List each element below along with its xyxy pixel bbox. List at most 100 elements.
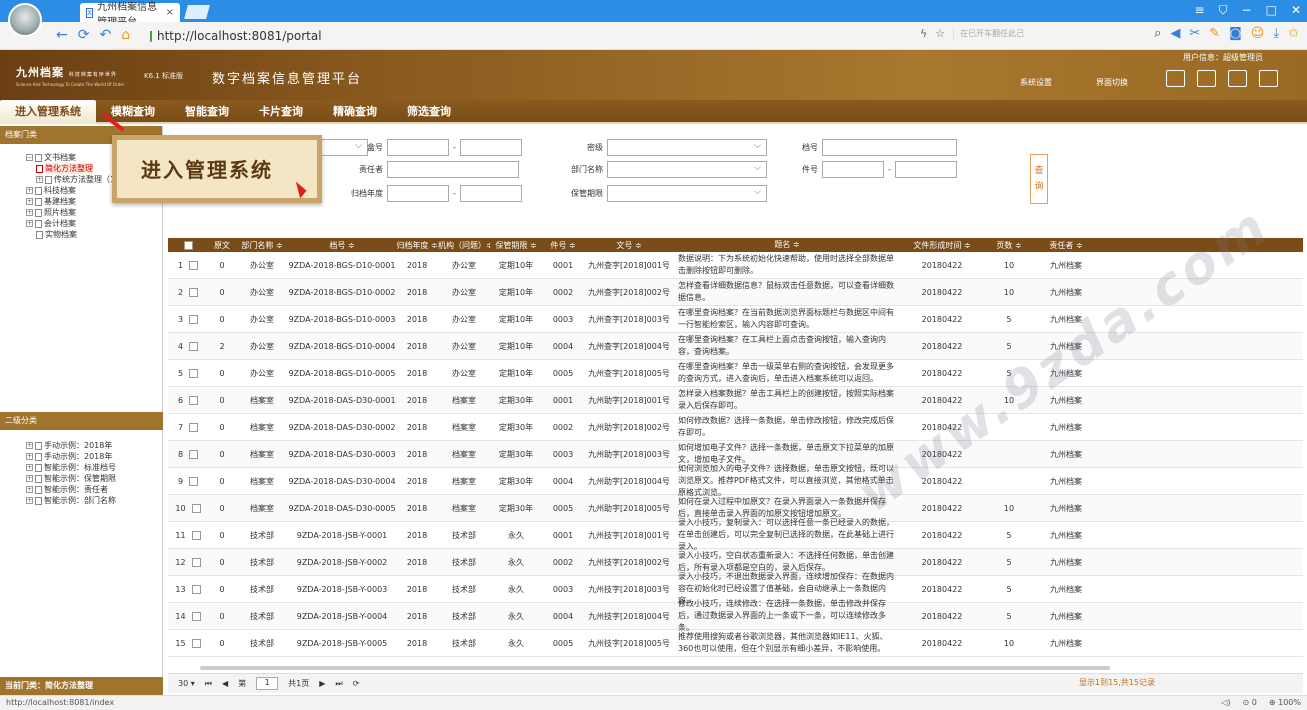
table-row[interactable]: 2 0 办公室 9ZDA-2018-BGS-D10-0002 2018 办公室 定期10年 0…: [168, 279, 1303, 306]
home-icon[interactable]: ⌂: [121, 27, 130, 43]
year-to[interactable]: [459, 185, 522, 202]
table-row[interactable]: 7 0 档案室 9ZDA-2018-DAS-D30-0002 2018 档案室 定期30年 0…: [168, 414, 1303, 441]
tree-item[interactable]: + 会计档案: [26, 218, 162, 229]
dept-select[interactable]: [607, 161, 767, 178]
column-header[interactable]: 原文: [208, 240, 236, 251]
secret-select[interactable]: [607, 139, 767, 156]
reload-icon[interactable]: ⟳: [353, 679, 360, 688]
page-size-select[interactable]: 30 ▾: [178, 679, 195, 688]
tree-item[interactable]: + 智能示例：标准档号: [26, 462, 163, 473]
table-row[interactable]: 1 0 办公室 9ZDA-2018-BGS-D10-0001 2018 办公室 定期10年 0…: [168, 252, 1303, 279]
maximize-icon[interactable]: □: [1266, 3, 1277, 18]
responsible-input[interactable]: [387, 161, 519, 178]
box-no-from[interactable]: [387, 139, 449, 156]
minimize-icon[interactable]: −: [1242, 3, 1252, 18]
row-checkbox[interactable]: [191, 530, 201, 540]
column-header[interactable]: 责任者 ≑: [1030, 240, 1102, 251]
tab-close-icon[interactable]: ×: [166, 7, 174, 18]
row-number-cell[interactable]: 1: [168, 260, 208, 270]
tree-item[interactable]: 实物档案: [26, 229, 162, 240]
page-input[interactable]: 1: [256, 677, 279, 690]
tree-item[interactable]: + 智能示例：保管期限: [26, 473, 163, 484]
row-number-cell[interactable]: 7: [168, 422, 208, 432]
tree-item[interactable]: + 智能示例：部门名称: [26, 495, 163, 506]
nav-filter-query[interactable]: 筛选查询: [392, 100, 466, 124]
row-checkbox[interactable]: [189, 395, 199, 405]
screenshot-icon[interactable]: ◙: [1229, 26, 1242, 41]
portal-icon[interactable]: [1197, 70, 1216, 87]
column-header[interactable]: 文件形成时间 ≑: [896, 240, 988, 251]
smile-icon[interactable]: ☺: [1251, 26, 1265, 41]
table-row[interactable]: 4 2 办公室 9ZDA-2018-BGS-D10-0004 2018 办公室 定期10年 0…: [168, 333, 1303, 360]
year-from[interactable]: [387, 185, 449, 202]
row-checkbox[interactable]: [191, 503, 201, 513]
row-checkbox[interactable]: [189, 314, 199, 324]
column-header[interactable]: 部门名称 ≑: [236, 240, 288, 251]
paint-icon[interactable]: ✎: [1209, 26, 1220, 41]
nav-card-query[interactable]: 卡片查询: [244, 100, 318, 124]
item-no-to[interactable]: [894, 161, 957, 178]
favorite-icon[interactable]: ✩: [1288, 26, 1299, 41]
table-row[interactable]: 14 0 技术部 9ZDA-2018-JSB-Y-0004 2018 技术部 永久 0004 九…: [168, 599, 1303, 632]
row-number-cell[interactable]: 15: [168, 638, 208, 648]
row-checkbox[interactable]: [189, 422, 199, 432]
row-checkbox[interactable]: [189, 287, 199, 297]
column-header[interactable]: 题名 ≑: [674, 239, 896, 251]
row-number-cell[interactable]: 2: [168, 287, 208, 297]
table-row[interactable]: 6 0 档案室 9ZDA-2018-DAS-D30-0001 2018 档案室 定期30年 0…: [168, 387, 1303, 414]
switch-ui-link[interactable]: 界面切换: [1096, 77, 1128, 88]
tree-item[interactable]: + 照片档案: [26, 207, 162, 218]
browser-tab[interactable]: X 九州档案信息管理平台 ×: [80, 2, 180, 28]
column-header[interactable]: 保管期限 ≑: [490, 240, 542, 251]
extension-icon[interactable]: ◀: [1170, 26, 1180, 41]
lightning-icon[interactable]: ϟ: [920, 27, 927, 40]
sound-icon[interactable]: ◁): [1221, 696, 1230, 710]
row-checkbox[interactable]: [191, 638, 201, 648]
row-checkbox[interactable]: [189, 260, 199, 270]
scissors-icon[interactable]: ✂: [1189, 26, 1200, 41]
table-row[interactable]: 3 0 办公室 9ZDA-2018-BGS-D10-0003 2018 办公室 定期10年 0…: [168, 306, 1303, 333]
row-number-cell[interactable]: 4: [168, 341, 208, 351]
zoom-level[interactable]: ⊕ 100%: [1269, 696, 1301, 710]
undo-icon[interactable]: ↶: [99, 27, 111, 43]
row-checkbox[interactable]: [189, 476, 199, 486]
star-icon[interactable]: ☆: [935, 27, 945, 40]
prev-page-icon[interactable]: ◀: [222, 679, 228, 688]
first-page-icon[interactable]: ⏮: [205, 679, 212, 689]
row-number-cell[interactable]: 5: [168, 368, 208, 378]
count-icon[interactable]: ⊙ 0: [1243, 696, 1257, 710]
nav-smart-query[interactable]: 智能查询: [170, 100, 244, 124]
table-row[interactable]: 5 0 办公室 9ZDA-2018-BGS-D10-0005 2018 办公室 定期10年 0…: [168, 360, 1303, 387]
select-all-checkbox[interactable]: [183, 240, 193, 250]
url-field[interactable]: http://localhost:8081/portal: [150, 26, 322, 46]
row-number-cell[interactable]: 11: [168, 530, 208, 540]
row-number-cell[interactable]: 13: [168, 584, 208, 594]
table-row[interactable]: 9 0 档案室 9ZDA-2018-DAS-D30-0004 2018 档案室 定期30年 0…: [168, 464, 1303, 497]
exit-icon[interactable]: [1259, 70, 1278, 87]
tree-item[interactable]: + 智能示例：责任者: [26, 484, 163, 495]
avatar[interactable]: [8, 3, 42, 37]
last-page-icon[interactable]: ⏭: [335, 679, 342, 689]
next-page-icon[interactable]: ▶: [319, 679, 325, 688]
row-checkbox[interactable]: [191, 584, 201, 594]
row-number-cell[interactable]: 8: [168, 449, 208, 459]
query-button[interactable]: 查询: [1030, 154, 1048, 204]
column-header[interactable]: 文号 ≑: [584, 240, 674, 251]
header-select-all[interactable]: [168, 240, 208, 250]
search-icon[interactable]: ⌕: [1154, 26, 1161, 41]
row-number-cell[interactable]: 10: [168, 503, 208, 513]
horizontal-scrollbar[interactable]: [200, 666, 1110, 670]
column-header[interactable]: 件号 ≑: [542, 240, 584, 251]
column-header[interactable]: 机构（问题）≑: [438, 240, 490, 251]
row-number-cell[interactable]: 3: [168, 314, 208, 324]
home-icon[interactable]: [1166, 70, 1185, 87]
table-row[interactable]: 11 0 技术部 9ZDA-2018-JSB-Y-0001 2018 技术部 永久 0001 九…: [168, 518, 1303, 551]
back-icon[interactable]: ←: [56, 27, 68, 43]
row-checkbox[interactable]: [191, 557, 201, 567]
tree-item[interactable]: + 手动示例：2018年: [26, 451, 163, 462]
table-row[interactable]: 15 0 技术部 9ZDA-2018-JSB-Y-0005 2018 技术部 永久 0005 九…: [168, 630, 1303, 657]
row-checkbox[interactable]: [191, 611, 201, 621]
row-number-cell[interactable]: 14: [168, 611, 208, 621]
row-checkbox[interactable]: [189, 368, 199, 378]
close-icon[interactable]: ✕: [1291, 3, 1301, 18]
